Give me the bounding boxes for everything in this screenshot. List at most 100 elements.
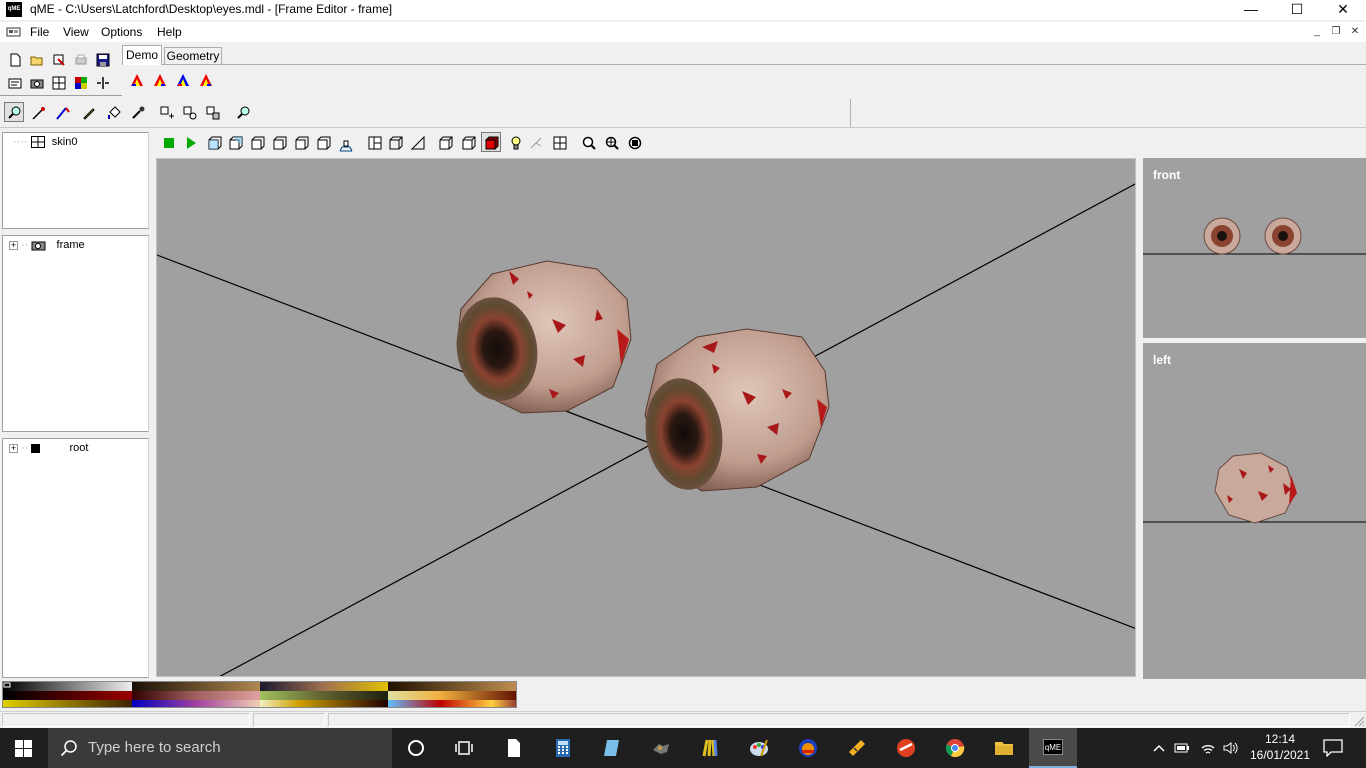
wireframe-button[interactable] <box>435 132 455 152</box>
notification-center-icon[interactable] <box>1323 739 1343 757</box>
demo-tool-2[interactable] <box>149 69 169 89</box>
start-button[interactable] <box>0 728 48 768</box>
rotate-vertex-icon <box>183 106 197 120</box>
perspective-viewport[interactable] <box>156 158 1136 677</box>
expand-root-button[interactable]: + <box>9 443 18 453</box>
taskbar-chrome[interactable] <box>931 728 979 768</box>
import-button[interactable] <box>48 49 68 69</box>
mdi-minimize-button[interactable]: _ <box>1308 24 1326 40</box>
model-properties-button[interactable] <box>4 72 24 92</box>
task-view-button[interactable] <box>440 728 488 768</box>
taskbar-qme-active[interactable]: qME <box>1029 728 1077 768</box>
zoom-globe-icon <box>605 136 619 150</box>
flat-shaded-button[interactable] <box>458 132 478 152</box>
view-perspective-button[interactable] <box>335 134 355 154</box>
volume-icon[interactable] <box>1222 740 1238 756</box>
frames-tree-panel: + ·· frame <box>2 235 149 432</box>
resize-grip-icon[interactable] <box>1352 714 1365 727</box>
mdi-restore-button[interactable]: ❐ <box>1327 24 1345 40</box>
demo-tool-3[interactable] <box>172 69 192 89</box>
tree-item-root[interactable]: + ·· root <box>9 442 88 454</box>
tree-item-skin0[interactable]: ···· skin0 <box>13 136 77 149</box>
taskbar-paint[interactable] <box>735 728 783 768</box>
skin-view-button[interactable] <box>549 132 569 152</box>
camera-icon <box>30 79 44 89</box>
wifi-icon[interactable] <box>1200 740 1216 756</box>
textured-button[interactable] <box>481 132 501 152</box>
skins-button[interactable] <box>48 72 68 92</box>
taskbar-app-4[interactable] <box>637 728 685 768</box>
move-vertex-tool-button[interactable] <box>28 102 48 122</box>
taskbar-search[interactable]: Type here to search <box>48 728 392 768</box>
tree-item-frame[interactable]: + ·· frame <box>9 239 85 251</box>
scale-vertex-tool-button[interactable] <box>202 102 222 122</box>
taskbar-app-7[interactable] <box>784 728 832 768</box>
expand-frame-button[interactable]: + <box>9 240 18 250</box>
add-vertex-tool-button[interactable] <box>156 102 176 122</box>
minimize-button[interactable]: — <box>1228 0 1274 20</box>
lighting-button[interactable] <box>505 132 525 152</box>
taskbar-ccleaner[interactable] <box>882 728 930 768</box>
taskbar-app-8[interactable] <box>833 728 881 768</box>
menu-help[interactable]: Help <box>157 25 182 39</box>
zoom-view-tool-button[interactable] <box>233 102 253 122</box>
maximize-button[interactable]: ☐ <box>1274 0 1320 20</box>
mdi-close-button[interactable]: ✕ <box>1346 24 1364 40</box>
view-right-button[interactable] <box>269 132 289 152</box>
tab-geometry[interactable]: Geometry <box>164 47 222 65</box>
cortana-button[interactable] <box>392 728 440 768</box>
demo-tool-4[interactable] <box>195 69 215 89</box>
clock-time[interactable]: 12:14 <box>1258 732 1302 746</box>
select-tool-button[interactable] <box>4 102 24 122</box>
menu-options[interactable]: Options <box>101 25 142 39</box>
front-viewport[interactable]: front <box>1143 158 1366 338</box>
menu-view[interactable]: View <box>63 25 89 39</box>
taskbar-app-3[interactable] <box>588 728 636 768</box>
stop-animation-button[interactable] <box>158 132 178 152</box>
show-hidden-icons-chevron-icon[interactable] <box>1152 741 1166 755</box>
rotate-tool-button[interactable] <box>52 102 72 122</box>
fill-tool-button[interactable] <box>103 102 123 122</box>
view-left-button[interactable] <box>247 132 267 152</box>
left-viewport[interactable]: left <box>1143 343 1366 679</box>
single-view-button[interactable] <box>364 132 384 152</box>
frames-button[interactable] <box>26 72 46 92</box>
menu-file[interactable]: File <box>30 25 49 39</box>
clock-date[interactable]: 16/01/2021 <box>1246 748 1314 762</box>
split-button[interactable] <box>92 72 112 92</box>
rotate-vertex-tool-button[interactable] <box>179 102 199 122</box>
zoom-in-button[interactable] <box>578 132 598 152</box>
palette-button[interactable] <box>70 72 90 92</box>
add-vertex-icon <box>160 106 174 119</box>
viewport-splitter[interactable] <box>1136 158 1143 679</box>
close-button[interactable]: ✕ <box>1320 0 1366 20</box>
tab-demo[interactable]: Demo <box>122 45 162 65</box>
view-back-button[interactable] <box>225 132 245 152</box>
taskbar-app-5[interactable] <box>686 728 734 768</box>
print-button[interactable] <box>70 49 90 69</box>
wire-cube-button[interactable] <box>385 132 405 152</box>
paint-tool-button[interactable] <box>78 102 98 122</box>
taskbar-calculator[interactable] <box>539 728 587 768</box>
zoom-fit-button[interactable] <box>601 132 621 152</box>
demo-tool-1[interactable] <box>126 69 146 89</box>
taskbar-notepad[interactable] <box>490 728 538 768</box>
document-icon[interactable] <box>6 26 22 38</box>
eyedropper-icon <box>132 106 145 119</box>
save-button[interactable] <box>92 49 112 69</box>
normals-button[interactable] <box>525 132 545 152</box>
new-file-button[interactable] <box>4 49 24 69</box>
eyedropper-tool-button[interactable] <box>127 102 147 122</box>
play-animation-button[interactable] <box>180 132 200 152</box>
view-top-button[interactable] <box>291 132 311 152</box>
taskbar-file-explorer[interactable] <box>980 728 1028 768</box>
zoom-all-button[interactable] <box>624 132 644 152</box>
triangle-mode-button[interactable] <box>407 132 427 152</box>
left-view-canvas <box>1143 452 1366 524</box>
open-file-button[interactable] <box>26 49 46 69</box>
color-palette[interactable] <box>2 681 517 708</box>
view-front-button[interactable] <box>204 132 224 152</box>
view-bottom-button[interactable] <box>313 132 333 152</box>
triangle-icon <box>411 136 425 150</box>
battery-icon[interactable] <box>1174 741 1190 755</box>
